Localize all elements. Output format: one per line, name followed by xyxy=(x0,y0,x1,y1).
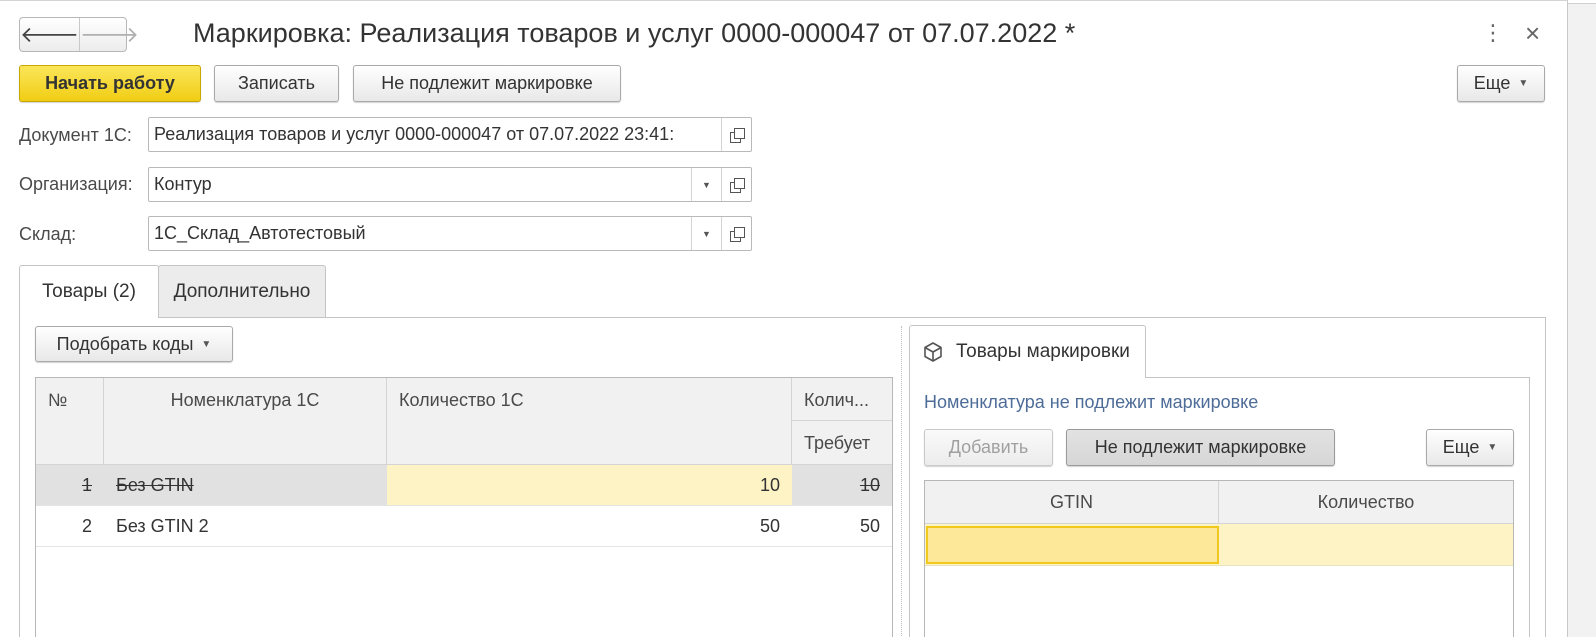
marking-codes-table[interactable]: GTIN Количество xyxy=(924,480,1514,637)
organization-label: Организация: xyxy=(19,174,133,194)
open-organization-button[interactable] xyxy=(721,168,751,201)
arrow-right-icon: 🡒 xyxy=(80,21,139,47)
document-label: Документ 1С: xyxy=(19,125,132,145)
marking-more-menu-button[interactable]: Еще ▼ xyxy=(1426,429,1514,466)
tab-goods[interactable]: Товары (2) xyxy=(19,265,159,318)
row-number: 1 xyxy=(36,465,104,505)
pick-codes-label: Подобрать коды xyxy=(56,333,194,354)
marking-more-label: Еще xyxy=(1442,437,1480,457)
more-menu-button[interactable]: Еще ▼ xyxy=(1457,65,1545,102)
row-required: 50 xyxy=(859,515,880,536)
caret-down-icon: ▼ xyxy=(1518,78,1529,89)
not-subject-to-marking-label: Не подлежит маркировке xyxy=(381,73,593,93)
forward-button[interactable]: 🡒 xyxy=(79,18,139,51)
warehouse-dropdown-button[interactable]: ▼ xyxy=(691,217,721,250)
row-nomenclature: Без GTIN 2 xyxy=(116,515,209,536)
warehouse-field[interactable]: 1С_Склад_Автотестовый ▼ xyxy=(148,216,752,251)
column-header-nomenclature[interactable]: Номенклатура 1С xyxy=(104,378,387,465)
column-header-gtin[interactable]: GTIN xyxy=(925,481,1219,524)
warehouse-value: 1С_Склад_Автотестовый xyxy=(154,223,366,243)
table-row[interactable]: 1 Без GTIN 10 10 xyxy=(36,465,892,506)
not-subject-to-marking-button[interactable]: Не подлежит маркировке xyxy=(353,65,621,102)
save-button[interactable]: Записать xyxy=(214,65,339,102)
warehouse-label: Склад: xyxy=(19,224,77,244)
tab-additional-label: Дополнительно xyxy=(173,280,311,302)
column-header-quantity-short[interactable]: Колич... xyxy=(792,378,892,421)
chevron-down-icon: ▼ xyxy=(702,228,711,239)
row-quantity: 10 xyxy=(387,465,792,505)
back-button[interactable]: 🡐 xyxy=(20,18,79,51)
row-required: 10 xyxy=(792,465,892,505)
more-vertical-icon[interactable]: ⋮ xyxy=(1482,20,1504,46)
open-window-icon xyxy=(729,226,745,242)
not-subject-to-marking-toggle-label: Не подлежит маркировке xyxy=(1094,437,1307,457)
marking-status-link[interactable]: Номенклатура не подлежит маркировке xyxy=(924,392,1258,413)
tab-additional[interactable]: Дополнительно xyxy=(158,265,326,317)
caret-down-icon: ▼ xyxy=(201,338,212,350)
organization-field[interactable]: Контур ▼ xyxy=(148,167,752,202)
tab-marking-goods[interactable]: Товары маркировки xyxy=(909,325,1146,378)
organization-dropdown-button[interactable]: ▼ xyxy=(691,168,721,201)
column-header-number[interactable]: № xyxy=(36,378,104,465)
column-header-requires[interactable]: Требует xyxy=(792,421,892,465)
row-nomenclature: Без GTIN xyxy=(104,465,387,505)
column-header-marking-quantity[interactable]: Количество xyxy=(1219,481,1513,524)
tab-marking-goods-label: Товары маркировки xyxy=(956,341,1130,362)
more-label: Еще xyxy=(1473,73,1511,93)
start-work-button[interactable]: Начать работу xyxy=(19,65,201,102)
panel-splitter[interactable] xyxy=(901,326,902,637)
cube-icon xyxy=(924,342,942,362)
tab-goods-label: Товары (2) xyxy=(42,281,136,302)
open-document-button[interactable] xyxy=(721,118,751,151)
goods-table[interactable]: № Номенклатура 1С Количество 1С Колич...… xyxy=(35,377,893,637)
open-window-icon xyxy=(729,177,745,193)
not-subject-to-marking-toggle[interactable]: Не подлежит маркировке xyxy=(1066,429,1335,466)
add-button[interactable]: Добавить xyxy=(924,429,1053,466)
marking-form-window: 🡐 🡒 Маркировка: Реализация товаров и усл… xyxy=(0,0,1568,637)
open-window-icon xyxy=(729,127,745,143)
row-quantity: 50 xyxy=(759,515,780,536)
document-value: Реализация товаров и услуг 0000-000047 о… xyxy=(154,124,675,144)
column-header-quantity[interactable]: Количество 1С xyxy=(387,378,792,465)
document-field[interactable]: Реализация товаров и услуг 0000-000047 о… xyxy=(148,117,752,152)
pick-codes-button[interactable]: Подобрать коды ▼ xyxy=(35,326,233,362)
open-warehouse-button[interactable] xyxy=(721,217,751,250)
page-title: Маркировка: Реализация товаров и услуг 0… xyxy=(193,18,1076,48)
active-gtin-cell[interactable] xyxy=(926,526,1219,564)
save-label: Записать xyxy=(238,73,315,93)
arrow-left-icon: 🡐 xyxy=(20,21,79,47)
caret-down-icon: ▼ xyxy=(1487,442,1498,453)
row-number: 2 xyxy=(81,515,92,536)
table-row[interactable]: 2 Без GTIN 2 50 50 xyxy=(36,506,892,547)
organization-value: Контур xyxy=(154,174,212,194)
chevron-down-icon: ▼ xyxy=(702,179,711,190)
close-icon[interactable]: × xyxy=(1525,18,1540,49)
navigation-buttons: 🡐 🡒 xyxy=(19,17,139,52)
start-work-label: Начать работу xyxy=(45,73,175,93)
add-label: Добавить xyxy=(948,437,1029,457)
